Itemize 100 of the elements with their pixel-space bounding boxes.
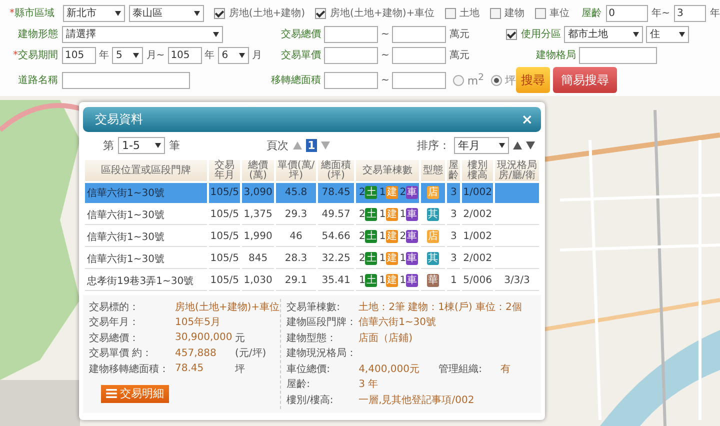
layout-field[interactable] — [579, 46, 657, 64]
area-to-field[interactable] — [392, 72, 446, 88]
field-label: 建物格局 — [536, 48, 576, 62]
table-cell: 5/006 — [462, 271, 493, 291]
caret-icon — [499, 142, 505, 148]
detail-value: 30,900,000 — [175, 332, 234, 344]
table-cell: 2/002 — [462, 205, 493, 225]
unit-label: 萬元 — [449, 28, 470, 41]
unit-label: (元/坪) — [235, 347, 266, 360]
sort-select[interactable]: 年月 — [454, 136, 509, 154]
year-from-field[interactable]: 105 — [62, 46, 96, 64]
up-arrow-icon[interactable] — [513, 140, 522, 150]
range-separator: ~ — [381, 28, 390, 40]
detail-value: 房地(土地+建物)+車位 — [175, 300, 280, 314]
year-to-field[interactable]: 105 — [168, 46, 202, 64]
table-row[interactable]: 信華六街1~30號 105/5 1,990 46 54.66 2土 1建 2車 店 3 1/002 — [85, 227, 539, 247]
district-select[interactable]: 泰山區 — [128, 4, 204, 22]
table-cell: 105/5 — [209, 183, 240, 203]
field-label: 交易總價 — [280, 28, 322, 41]
page-label: 頁次 — [266, 138, 289, 152]
price-from-field[interactable] — [324, 26, 378, 42]
search-button[interactable]: 搜尋 — [516, 67, 550, 93]
type-checkbox[interactable]: 建物 — [490, 6, 525, 20]
page-button[interactable]: 1 — [306, 138, 318, 152]
type-badge: 店 — [427, 186, 440, 199]
count-text: 1 — [400, 275, 406, 286]
column-header: 單價(萬/坪) — [276, 160, 316, 181]
table-cell: 32.25 — [318, 249, 354, 269]
unit-label: 年 — [99, 49, 109, 62]
simple-search-button[interactable]: 簡易搜尋 — [553, 67, 617, 93]
count-text: 1 — [400, 253, 406, 264]
type-checkbox[interactable]: 土地 — [444, 6, 480, 20]
range-select[interactable]: 1-5 — [118, 136, 165, 154]
detail-value: 土地：2筆 建物：1棟(戶) 車位：2個 — [358, 300, 522, 314]
detail-label: 交易標的： — [89, 300, 140, 314]
required-mark: * — [13, 50, 18, 61]
unit-label: 年 — [710, 7, 720, 20]
table-row[interactable]: 信華六街1~30號 105/5 1,375 29.3 49.57 2土 1建 1車 其 3 2/002 — [85, 205, 539, 225]
caret-icon — [114, 10, 121, 16]
sort-label: 排序： — [417, 138, 450, 152]
detail-label: 樓別/樓高: — [286, 394, 334, 407]
caret-icon — [213, 32, 219, 36]
month-select[interactable]: 6 — [218, 46, 249, 64]
type-checkbox[interactable]: 房地(土地+建物)+車位 — [315, 6, 435, 20]
field-label: 建物形態 — [17, 28, 59, 41]
field-label: 屋齡 — [582, 7, 602, 20]
type-checkbox[interactable]: 房地(土地+建物) — [214, 6, 306, 20]
building-type-select[interactable]: 請選擇 — [62, 26, 223, 42]
table-cell: 105/5 — [209, 249, 240, 269]
county-select[interactable]: 新北市 — [62, 4, 125, 22]
category-badge: 土 — [365, 274, 378, 287]
unit-label: 萬元 — [449, 48, 470, 62]
month-select[interactable]: 5 — [112, 46, 144, 64]
detail-value: 店面（店鋪) — [358, 332, 414, 345]
zoning-checkbox[interactable]: 使用分區 — [506, 27, 561, 41]
down-arrow-icon[interactable] — [526, 140, 535, 150]
caret-icon — [155, 142, 161, 148]
count-text: 2 — [359, 253, 366, 264]
price-to-field[interactable] — [392, 26, 446, 42]
unit-price-from-field[interactable] — [324, 46, 378, 64]
count-text: 1 — [379, 231, 386, 242]
table-cell: 信華六街1~30號 — [85, 227, 208, 247]
close-button[interactable]: × — [521, 112, 533, 128]
table-cell: 1/002 — [462, 183, 493, 203]
area-from-field[interactable] — [324, 72, 378, 88]
age-to-field[interactable]: 3 — [674, 4, 706, 22]
category-badge: 車 — [406, 230, 418, 243]
table-cell: 29.1 — [276, 271, 316, 291]
zone-type-select[interactable]: 住 — [646, 26, 689, 42]
type-badge: 店 — [427, 230, 440, 243]
table-row[interactable]: 信華六街1~30號 105/5 845 28.3 32.25 2土 1建 1車 其 3 2/002 — [85, 249, 539, 269]
required-mark: * — [10, 8, 14, 19]
detail-label: 建物現況格局： — [286, 346, 358, 360]
count-text: 1 — [379, 209, 386, 220]
field-label: *縣市區域 — [8, 6, 56, 20]
table-cell: 忠孝街19巷3弄1~30號 — [85, 271, 208, 291]
age-from-field[interactable]: 0 — [606, 4, 648, 22]
detail-value: 4,400,000元 — [358, 362, 420, 376]
type-checkbox[interactable]: 車位 — [534, 6, 570, 20]
table-row[interactable]: 信華六街1~30號 105/5 3,090 45.8 78.45 2土 1建 2車 店 3 1/002 — [85, 183, 539, 203]
table-cell: 信華六街1~30號 — [85, 249, 208, 269]
zoning-select[interactable]: 都市土地 — [564, 26, 643, 42]
caret-icon — [679, 32, 685, 36]
caret-icon — [238, 52, 245, 58]
road-name-field[interactable] — [62, 72, 190, 88]
unit-label: 元 — [235, 332, 245, 345]
range-label: 筆 — [169, 138, 180, 152]
dialog-title: 交易資料 — [95, 111, 143, 128]
detail-value: 78.45 — [175, 363, 205, 374]
category-badge: 車 — [406, 274, 418, 287]
unit-label: 坪 — [235, 362, 245, 376]
detail-label: 建物型態： — [286, 332, 338, 345]
count-text: 2 — [400, 187, 406, 198]
category-badge: 建 — [386, 186, 398, 199]
table-cell: 1/002 — [462, 227, 493, 247]
detail-value: 有 — [500, 362, 512, 376]
table-cell: 1 — [447, 271, 460, 291]
unit-price-to-field[interactable] — [392, 46, 446, 64]
table-cell: 105/5 — [209, 271, 240, 291]
table-row[interactable]: 忠孝街19巷3弄1~30號 105/5 1,030 29.1 35.41 1土 1建 1車 華 1 5/006 3/3/3 — [85, 271, 539, 291]
